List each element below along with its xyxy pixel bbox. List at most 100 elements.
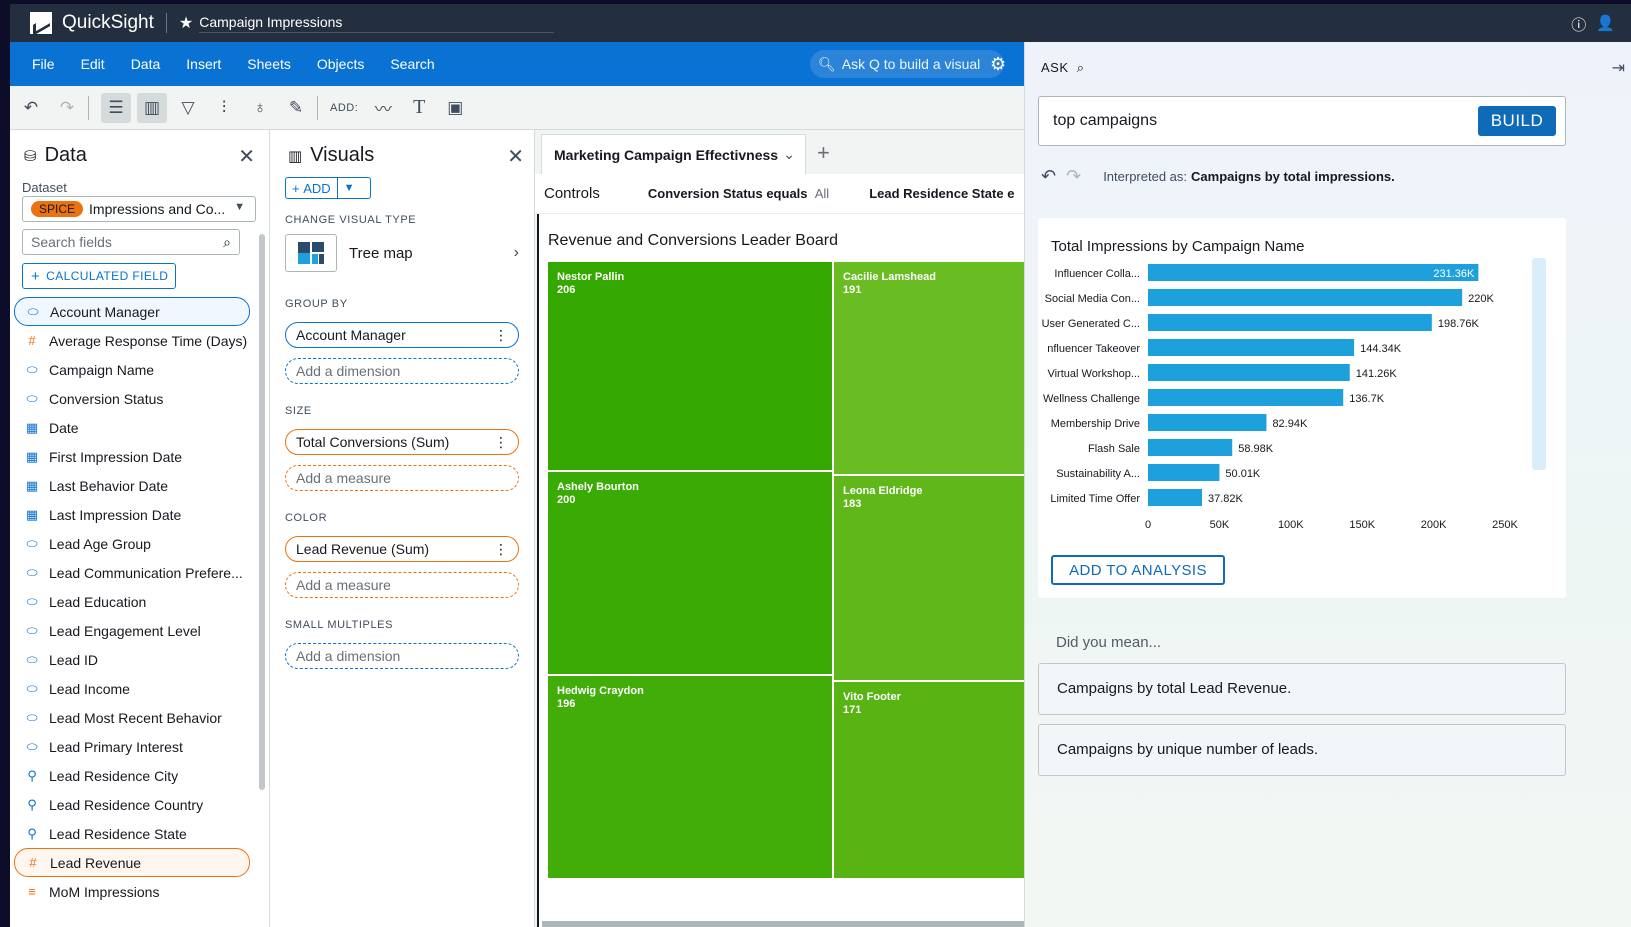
favorite-star-icon[interactable]: ★ bbox=[179, 13, 193, 33]
group-by-field-well[interactable]: Account Manager ⋮ bbox=[285, 322, 519, 348]
undo-icon[interactable]: ↶ bbox=[16, 93, 46, 123]
parameters-icon[interactable]: ⫶ bbox=[209, 93, 239, 123]
add-sheet-icon[interactable]: + bbox=[817, 140, 830, 166]
more-options-icon[interactable]: ⋮ bbox=[494, 434, 508, 451]
calculated-field-button[interactable]: + CALCULATED FIELD bbox=[22, 263, 176, 289]
bar[interactable] bbox=[1148, 314, 1432, 331]
menu-insert[interactable]: Insert bbox=[186, 56, 221, 72]
menu-objects[interactable]: Objects bbox=[317, 56, 364, 72]
add-image-icon[interactable]: ▣ bbox=[440, 93, 470, 123]
insights-icon[interactable]: ♁ bbox=[245, 93, 275, 123]
size-field-well[interactable]: Total Conversions (Sum) ⋮ bbox=[285, 429, 519, 455]
add-visual-icon[interactable]: 〰 bbox=[368, 93, 398, 123]
field-item[interactable]: ▦ First Impression Date bbox=[14, 442, 250, 471]
horizontal-scrollbar[interactable] bbox=[542, 921, 1026, 927]
scrollbar[interactable] bbox=[259, 234, 265, 790]
suggestion-item[interactable]: Campaigns by unique number of leads. bbox=[1038, 724, 1566, 776]
undo-icon[interactable]: ↶ bbox=[1041, 166, 1056, 187]
bar[interactable] bbox=[1148, 264, 1479, 281]
quicksight-logo[interactable]: QuickSight bbox=[30, 12, 154, 34]
close-icon[interactable]: ✕ bbox=[238, 144, 255, 169]
add-dimension-well[interactable]: Add a dimension bbox=[285, 358, 519, 384]
field-item[interactable]: ⬭ Campaign Name bbox=[14, 355, 250, 384]
visuals-panel-toggle-icon[interactable]: ▥ bbox=[137, 92, 167, 123]
field-item[interactable]: ⬭ Lead Engagement Level bbox=[14, 616, 250, 645]
field-item[interactable]: ⬭ Account Manager bbox=[14, 297, 250, 326]
add-to-analysis-button[interactable]: ADD TO ANALYSIS bbox=[1051, 555, 1225, 585]
search-fields-input[interactable]: Search fields ⌕ bbox=[22, 229, 240, 255]
add-measure-well[interactable]: Add a measure bbox=[285, 465, 519, 491]
bar[interactable] bbox=[1148, 339, 1355, 356]
themes-icon[interactable]: ✎ bbox=[281, 93, 311, 123]
treemap-tile[interactable]: Hedwig Craydon 196 bbox=[548, 676, 832, 878]
dataset-select[interactable]: SPICE Impressions and Co... ▼ bbox=[22, 196, 256, 222]
sheet-tab[interactable]: Marketing Campaign Effectivness ⌄ bbox=[541, 134, 806, 174]
field-item[interactable]: ⬭ Lead Communication Prefere... bbox=[14, 558, 250, 587]
field-item[interactable]: ⬭ Lead Most Recent Behavior bbox=[14, 703, 250, 732]
treemap-tile[interactable]: Leona Eldridge 183 bbox=[834, 476, 1026, 680]
lead-residence-state-control[interactable]: Lead Residence State e bbox=[869, 186, 1014, 201]
field-label: Lead Most Recent Behavior bbox=[49, 709, 222, 726]
field-item[interactable]: ⬭ Lead ID bbox=[14, 645, 250, 674]
color-field-well[interactable]: Lead Revenue (Sum) ⋮ bbox=[285, 536, 519, 562]
more-options-icon[interactable]: ⋮ bbox=[494, 541, 508, 558]
bar[interactable] bbox=[1148, 289, 1463, 306]
suggestion-item[interactable]: Campaigns by total Lead Revenue. bbox=[1038, 663, 1566, 715]
menu-edit[interactable]: Edit bbox=[81, 56, 105, 72]
add-measure-well[interactable]: Add a measure bbox=[285, 572, 519, 598]
field-item[interactable]: ⚲ Lead Residence City bbox=[14, 761, 250, 790]
redo-icon[interactable]: ↷ bbox=[52, 93, 82, 123]
add-dimension-well[interactable]: Add a dimension bbox=[285, 643, 519, 669]
close-icon[interactable]: ✕ bbox=[507, 144, 524, 169]
conversion-status-control[interactable]: Conversion Status equals All bbox=[648, 186, 829, 201]
treemap-tile[interactable]: Nestor Pallin 206 bbox=[548, 262, 832, 470]
chart-scrollbar[interactable] bbox=[1532, 258, 1546, 470]
ask-q-button[interactable]: 🔍︎ Ask Q to build a visual bbox=[810, 50, 1004, 78]
help-icon[interactable]: ⓘ bbox=[1571, 14, 1586, 35]
field-item[interactable]: ⚲ Lead Residence Country bbox=[14, 790, 250, 819]
menu-search[interactable]: Search bbox=[390, 56, 434, 72]
user-icon[interactable]: 👤 bbox=[1596, 14, 1615, 35]
treemap-tile[interactable]: Vito Footer 171 bbox=[834, 682, 1026, 878]
visual-type-selector[interactable]: Tree map › bbox=[285, 234, 523, 272]
gear-icon[interactable]: ⚙ bbox=[990, 54, 1006, 75]
treemap-tile[interactable]: Ashely Bourton 200 bbox=[548, 472, 832, 674]
q-query-input[interactable]: top campaigns BUILD bbox=[1038, 96, 1566, 146]
redo-icon[interactable]: ↷ bbox=[1066, 166, 1081, 187]
more-options-icon[interactable]: ⋮ bbox=[494, 327, 508, 344]
field-item[interactable]: ⬭ Lead Primary Interest bbox=[14, 732, 250, 761]
treemap-visual[interactable]: Revenue and Conversions Leader Board Nes… bbox=[537, 214, 1026, 927]
treemap-tile[interactable]: Cacilie Lamshead 191 bbox=[834, 262, 1026, 474]
add-text-icon[interactable]: T bbox=[404, 93, 434, 123]
chevron-down-icon[interactable]: ⌄ bbox=[783, 146, 795, 163]
add-visual-button[interactable]: + ADD ▼ bbox=[285, 177, 371, 199]
bar-chart[interactable]: Influencer Colla... 231.36K Social Media C… bbox=[1038, 258, 1566, 558]
bar[interactable] bbox=[1148, 489, 1203, 506]
analysis-title[interactable]: Campaign Impressions bbox=[199, 14, 555, 33]
field-item[interactable]: ▦ Last Impression Date bbox=[14, 500, 250, 529]
add-button-label[interactable]: + ADD bbox=[286, 178, 338, 198]
field-item[interactable]: ⚲ Lead Residence State bbox=[14, 819, 250, 848]
field-item[interactable]: ⬭ Conversion Status bbox=[14, 384, 250, 413]
collapse-panel-icon[interactable]: ⇥ bbox=[1612, 58, 1625, 78]
menu-data[interactable]: Data bbox=[131, 56, 161, 72]
bar[interactable] bbox=[1148, 464, 1220, 481]
bar[interactable] bbox=[1148, 439, 1233, 456]
bar[interactable] bbox=[1148, 389, 1344, 406]
field-item[interactable]: ≡ MoM Impressions bbox=[14, 877, 250, 906]
filter-icon[interactable]: ▽ bbox=[173, 93, 203, 123]
field-item[interactable]: ▦ Date bbox=[14, 413, 250, 442]
bar[interactable] bbox=[1148, 364, 1350, 381]
chevron-down-icon[interactable]: ▼ bbox=[338, 182, 361, 194]
field-item[interactable]: ⬭ Lead Income bbox=[14, 674, 250, 703]
bar[interactable] bbox=[1148, 414, 1267, 431]
menu-file[interactable]: File bbox=[32, 56, 55, 72]
data-panel-toggle-icon[interactable]: ☰ bbox=[101, 92, 131, 123]
field-item[interactable]: # Average Response Time (Days) bbox=[14, 326, 250, 355]
field-item[interactable]: # Lead Revenue bbox=[14, 848, 250, 877]
field-item[interactable]: ▦ Last Behavior Date bbox=[14, 471, 250, 500]
build-button[interactable]: BUILD bbox=[1478, 106, 1556, 136]
menu-sheets[interactable]: Sheets bbox=[247, 56, 291, 72]
field-item[interactable]: ⬭ Lead Age Group bbox=[14, 529, 250, 558]
field-item[interactable]: ⬭ Lead Education bbox=[14, 587, 250, 616]
